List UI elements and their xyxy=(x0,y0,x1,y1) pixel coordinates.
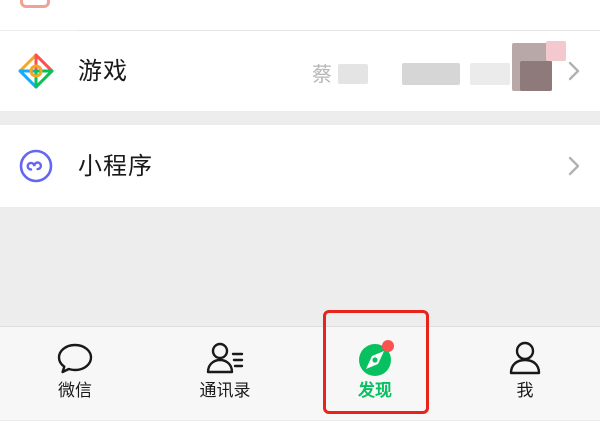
discover-screen: 游戏 蔡 小程序 微信 通讯录 发现 我 xyxy=(0,0,600,420)
tab-label: 我 xyxy=(516,381,534,401)
tab-label: 发现 xyxy=(358,381,392,401)
blurred-content xyxy=(470,63,510,85)
chevron-right-icon xyxy=(568,61,580,81)
tab-chats[interactable]: 微信 xyxy=(0,327,150,421)
chat-bubble-icon xyxy=(57,343,93,374)
blurred-avatar xyxy=(520,61,552,91)
games-preview-text: 蔡 xyxy=(312,62,332,86)
contacts-icon xyxy=(206,342,244,374)
list-item-games[interactable]: 游戏 蔡 xyxy=(0,31,600,111)
mini-programs-label: 小程序 xyxy=(78,152,153,180)
games-diamond-icon xyxy=(18,53,54,89)
blurred-content xyxy=(402,63,460,85)
blurred-avatar xyxy=(546,41,566,61)
compass-icon xyxy=(359,340,394,376)
tab-label: 通讯录 xyxy=(199,381,251,401)
tab-discover[interactable]: 发现 xyxy=(300,327,450,421)
partial-app-icon xyxy=(20,0,50,8)
tab-contacts[interactable]: 通讯录 xyxy=(150,327,300,421)
list-item-mini-programs[interactable]: 小程序 xyxy=(0,125,600,207)
bottom-tab-bar: 微信 通讯录 发现 我 xyxy=(0,326,600,420)
games-label: 游戏 xyxy=(78,57,128,85)
blurred-content xyxy=(338,64,368,84)
person-icon xyxy=(509,341,541,375)
notification-dot xyxy=(382,340,394,352)
chevron-right-icon xyxy=(568,156,580,176)
tab-me[interactable]: 我 xyxy=(450,327,600,421)
tab-label: 微信 xyxy=(58,381,92,401)
mini-program-icon xyxy=(19,149,53,183)
list-item-partial[interactable] xyxy=(0,0,600,30)
